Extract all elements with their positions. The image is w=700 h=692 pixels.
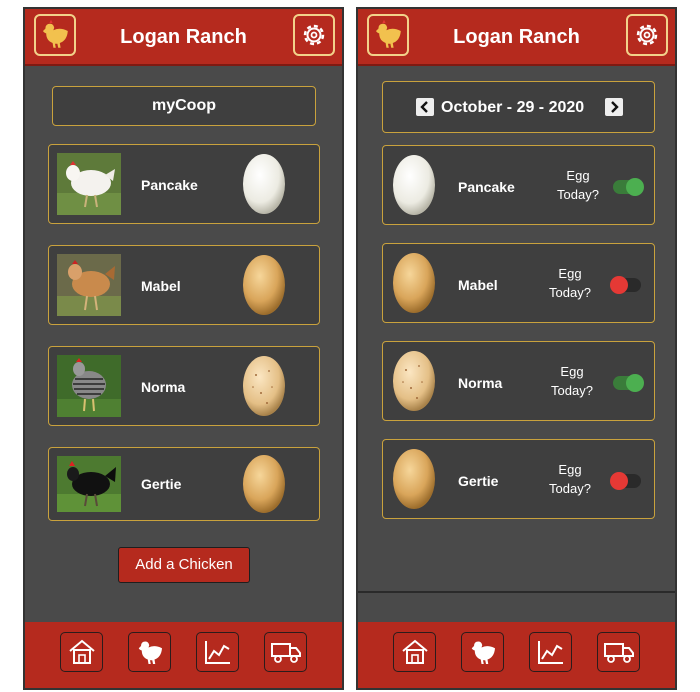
chicken-card[interactable]: Norma [48,346,320,426]
egg-icon [243,455,285,513]
top-bar: Logan Ranch [358,9,675,66]
truck-icon [603,643,634,663]
nav-stats-button[interactable] [529,632,572,672]
chicken-photo [57,254,121,316]
nav-stats-button[interactable] [196,632,239,672]
chicken-name: Norma [141,379,186,395]
egg-today-toggle[interactable] [613,178,644,196]
chart-icon [204,641,230,664]
settings-button[interactable] [626,14,668,56]
egg-today-label: Egg Today? [549,266,591,300]
egg-today-toggle[interactable] [613,374,644,392]
chicken-photo [57,355,121,417]
chicken-name: Mabel [458,277,498,293]
nav-chickens-button[interactable] [461,632,504,672]
egg-icon [393,155,435,215]
date-label: October - 29 - 2020 [441,99,585,116]
home-icon [68,639,95,664]
truck-icon [270,643,301,663]
nav-delivery-button[interactable] [597,632,640,672]
chicken-icon [468,637,498,667]
chicken-name: Gertie [141,476,182,492]
egg-icon [393,449,435,509]
chicken-card[interactable]: Gertie [48,447,320,521]
chicken-card[interactable]: Mabel [48,245,320,325]
egg-today-toggle[interactable] [610,276,641,294]
divider [358,591,675,593]
prev-day-button[interactable] [416,98,434,116]
chicken-name: Norma [458,375,503,391]
chevron-left-icon [420,101,428,113]
chicken-name: Pancake [141,177,198,193]
gear-icon [303,24,325,46]
nav-home-button[interactable] [60,632,103,672]
date-selector: October - 29 - 2020 [382,81,655,133]
nav-chickens-button[interactable] [128,632,171,672]
egg-icon [243,356,285,416]
chicken-name: Pancake [458,179,515,195]
chicken-name: Mabel [141,278,181,294]
egg-log-row: Mabel Egg Today? [382,243,655,323]
egg-icon [393,351,435,411]
bottom-nav [358,622,675,688]
egg-icon [243,154,285,214]
chevron-right-icon [611,101,619,113]
egg-log-row: Gertie Egg Today? [382,439,655,519]
egg-icon [243,255,285,315]
chicken-name: Gertie [458,473,499,489]
add-chicken-button[interactable]: Add a Chicken [118,547,250,583]
gear-icon [636,24,658,46]
egg-icon [393,253,435,313]
egg-today-label: Egg Today? [551,364,593,398]
nav-delivery-button[interactable] [264,632,307,672]
egg-log-row: Pancake Egg Today? [382,145,655,225]
nav-home-button[interactable] [393,632,436,672]
next-day-button[interactable] [605,98,623,116]
chicken-photo [57,153,121,215]
egg-today-toggle[interactable] [610,472,641,490]
coop-title: myCoop [52,86,316,126]
chicken-card[interactable]: Pancake [48,144,320,224]
home-icon [401,639,428,664]
bottom-nav [25,622,342,688]
egg-today-label: Egg Today? [549,462,591,496]
settings-button[interactable] [293,14,335,56]
coop-screen: Logan Ranch myCoop Pancake Mabel Norma G… [23,7,344,690]
chicken-photo [57,456,121,518]
top-bar: Logan Ranch [25,9,342,66]
egg-today-label: Egg Today? [557,168,599,202]
egg-log-screen: Logan Ranch October - 29 - 2020 Pancake … [356,7,677,690]
egg-log-row: Norma Egg Today? [382,341,655,421]
chart-icon [537,641,563,664]
chicken-icon [135,637,165,667]
